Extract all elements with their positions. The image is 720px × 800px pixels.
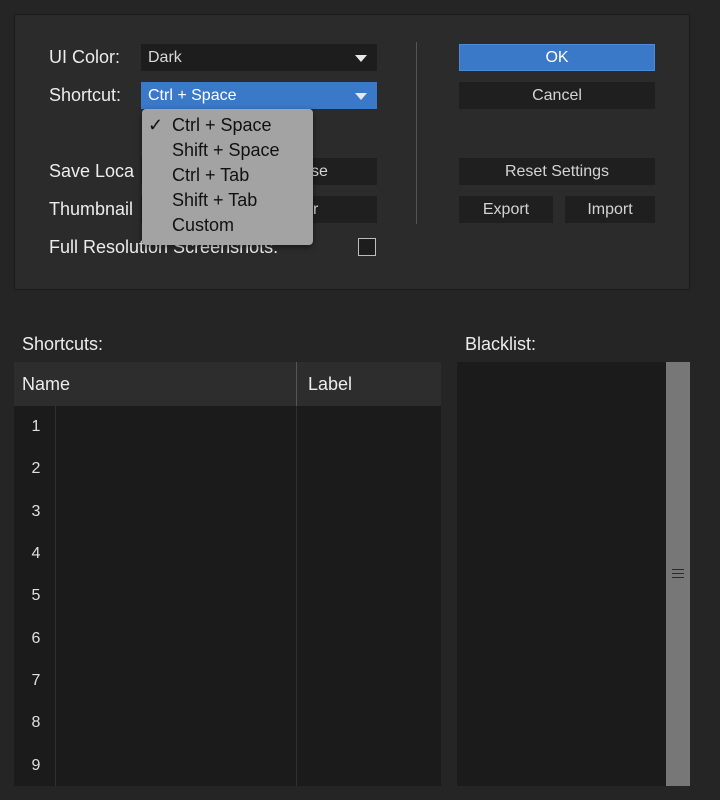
row-number: 3 bbox=[31, 503, 41, 520]
full-resolution-checkbox[interactable] bbox=[358, 238, 376, 256]
chevron-down-icon bbox=[355, 93, 367, 100]
grip-icon[interactable] bbox=[672, 569, 684, 579]
cancel-button[interactable]: Cancel bbox=[459, 82, 655, 109]
menu-item-ctrl-tab[interactable]: Ctrl + Tab bbox=[172, 165, 249, 186]
shortcuts-table-header bbox=[14, 362, 441, 406]
row-number: 2 bbox=[31, 460, 41, 477]
menu-item-custom[interactable]: Custom bbox=[172, 215, 234, 236]
blacklist-title: Blacklist: bbox=[465, 334, 537, 354]
column-header-name[interactable]: Name bbox=[22, 374, 70, 395]
row-number-separator bbox=[55, 406, 56, 786]
menu-item-shift-space[interactable]: Shift + Space bbox=[172, 140, 280, 161]
row-number: 5 bbox=[31, 587, 41, 604]
ui-color-label: UI Color: bbox=[49, 47, 121, 67]
row-number: 1 bbox=[31, 418, 41, 435]
shortcut-dropdown-menu: ✓ Ctrl + Space Shift + Space Ctrl + Tab … bbox=[142, 109, 313, 245]
row-number: 8 bbox=[31, 714, 41, 731]
checkmark-icon: ✓ bbox=[148, 115, 164, 135]
shortcut-select[interactable]: Ctrl + Space bbox=[141, 82, 377, 109]
save-location-label: Save Loca bbox=[49, 161, 135, 181]
shortcuts-title: Shortcuts: bbox=[22, 334, 104, 354]
chevron-down-icon bbox=[355, 55, 367, 62]
shortcuts-table-body[interactable] bbox=[14, 406, 441, 786]
export-button[interactable]: Export bbox=[459, 196, 553, 223]
reset-settings-button[interactable]: Reset Settings bbox=[459, 158, 655, 185]
ok-button[interactable]: OK bbox=[459, 44, 655, 71]
thumbnail-label: Thumbnail bbox=[49, 199, 134, 219]
ui-color-select[interactable]: Dark bbox=[141, 44, 377, 71]
row-number: 4 bbox=[31, 545, 41, 562]
thumbnail-button-label: r bbox=[313, 201, 319, 218]
column-separator-body bbox=[296, 406, 297, 786]
browse-button-label: se bbox=[311, 163, 328, 180]
column-separator[interactable] bbox=[296, 362, 297, 406]
blacklist-list[interactable] bbox=[457, 362, 690, 786]
ui-color-value: Dark bbox=[148, 49, 182, 66]
row-number: 6 bbox=[31, 630, 41, 647]
menu-item-ctrl-space[interactable]: Ctrl + Space bbox=[172, 115, 272, 136]
vertical-divider bbox=[416, 42, 417, 224]
row-number: 9 bbox=[31, 757, 41, 774]
shortcut-value: Ctrl + Space bbox=[148, 87, 237, 104]
column-header-label[interactable]: Label bbox=[308, 374, 352, 395]
menu-item-shift-tab[interactable]: Shift + Tab bbox=[172, 190, 257, 211]
import-button[interactable]: Import bbox=[565, 196, 655, 223]
shortcut-label: Shortcut: bbox=[49, 85, 122, 105]
row-number: 7 bbox=[31, 672, 41, 689]
